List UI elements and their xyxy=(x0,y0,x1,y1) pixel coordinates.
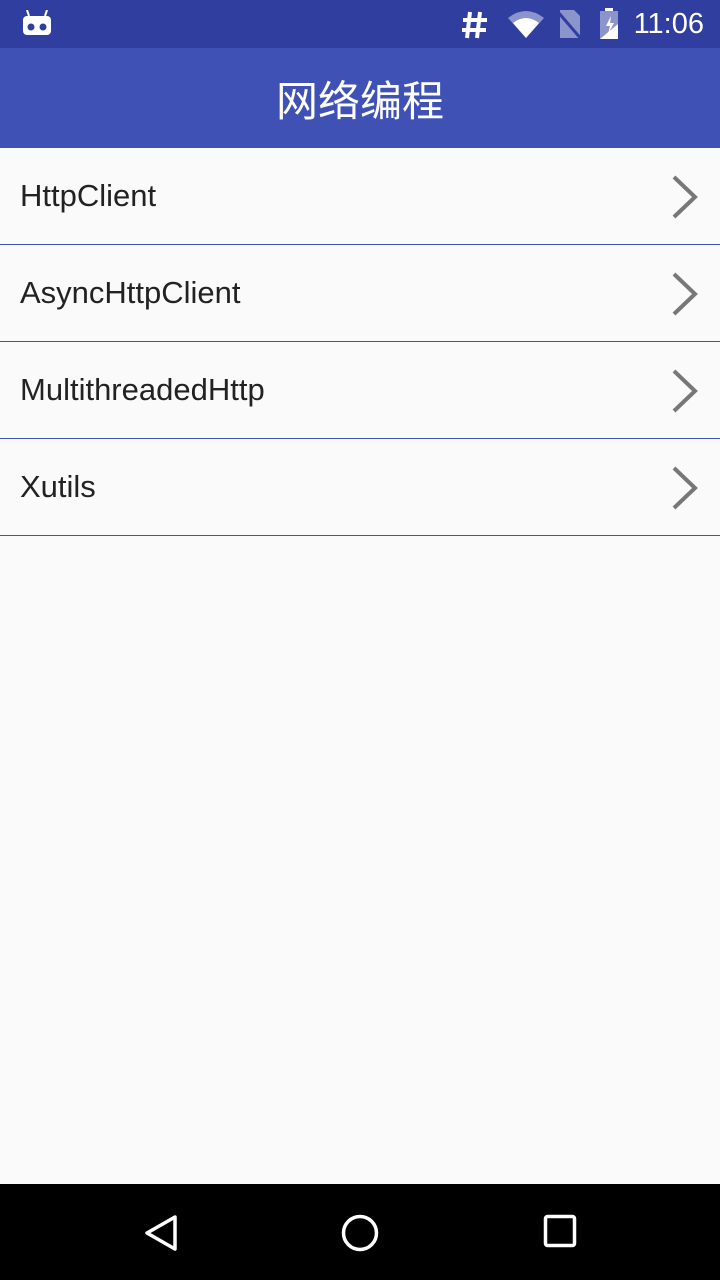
navigation-bar xyxy=(0,1184,720,1280)
list-item-label: AsyncHttpClient xyxy=(20,275,241,310)
menu-list: HttpClient AsyncHttpClient Multithreaded… xyxy=(0,148,720,536)
clock: 11:06 xyxy=(633,8,704,40)
wifi-icon xyxy=(508,11,544,38)
recents-button[interactable] xyxy=(543,1214,577,1248)
list-item-label: MultithreadedHttp xyxy=(20,372,265,407)
chevron-right-icon xyxy=(672,175,698,219)
no-sim-icon xyxy=(556,10,584,40)
list-item-httpclient[interactable]: HttpClient xyxy=(0,148,720,245)
chevron-right-icon xyxy=(672,272,698,316)
chevron-right-icon xyxy=(672,466,698,510)
list-item-xutils[interactable]: Xutils xyxy=(0,439,720,536)
list-item-multithreadedhttp[interactable]: MultithreadedHttp xyxy=(0,342,720,439)
app-bar: 网络编程 xyxy=(0,48,720,148)
page-title: 网络编程 xyxy=(275,76,444,126)
list-item-label: HttpClient xyxy=(20,178,157,213)
hash-icon xyxy=(462,11,487,39)
back-button[interactable] xyxy=(143,1214,179,1252)
cyanogen-bot-icon xyxy=(23,10,51,35)
chevron-right-icon xyxy=(672,369,698,413)
home-button[interactable] xyxy=(341,1214,379,1252)
list-item-label: Xutils xyxy=(20,469,96,504)
battery-charging-icon xyxy=(600,8,618,39)
list-item-asynchttpclient[interactable]: AsyncHttpClient xyxy=(0,245,720,342)
status-bar: 11:06 xyxy=(0,0,720,48)
